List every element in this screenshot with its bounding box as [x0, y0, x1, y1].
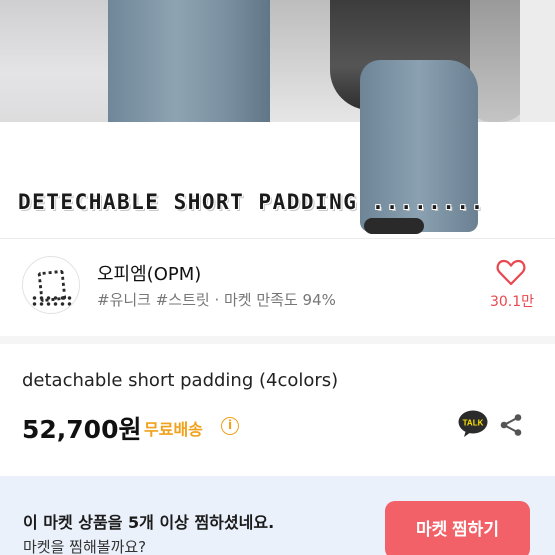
- info-icon[interactable]: i: [221, 417, 239, 435]
- wishlist-banner: 이 마켓 상품을 5개 이상 찜하셨네요. 마켓을 찜해볼까요? 마켓 찜하기: [0, 476, 555, 555]
- product-title: detachable short padding (4colors): [22, 370, 339, 391]
- shop-tags: #유니크 #스트릿 · 마켓 만족도 94%: [97, 291, 336, 309]
- price: 52,700원: [22, 415, 142, 444]
- banner-message: 이 마켓 상품을 5개 이상 찜하셨네요.: [23, 513, 275, 532]
- talk-label: TALK: [463, 419, 484, 428]
- image-caption: DETECHABLE SHORT PADDING ........: [18, 190, 485, 214]
- banner-question: 마켓을 찜해볼까요?: [23, 538, 147, 555]
- shop-info[interactable]: 오피엠(OPM) #유니크 #스트릿 · 마켓 만족도 94% 30.1만: [0, 244, 555, 326]
- kakao-talk-icon[interactable]: TALK: [458, 410, 488, 438]
- shop-avatar[interactable]: [22, 256, 80, 314]
- shop-name[interactable]: 오피엠(OPM): [97, 260, 201, 286]
- heart-outline-icon[interactable]: [496, 258, 526, 286]
- price-row: 52,700원 무료배송 i TALK: [22, 410, 542, 444]
- product-image[interactable]: DETECHABLE SHORT PADDING ........: [0, 0, 555, 235]
- divider: [0, 238, 555, 239]
- share-icon[interactable]: [499, 413, 523, 437]
- follow-shop-button[interactable]: 마켓 찜하기: [385, 501, 530, 555]
- free-shipping-label: 무료배송: [144, 420, 203, 439]
- section-divider: [0, 336, 555, 344]
- like-count: 30.1만: [489, 294, 535, 310]
